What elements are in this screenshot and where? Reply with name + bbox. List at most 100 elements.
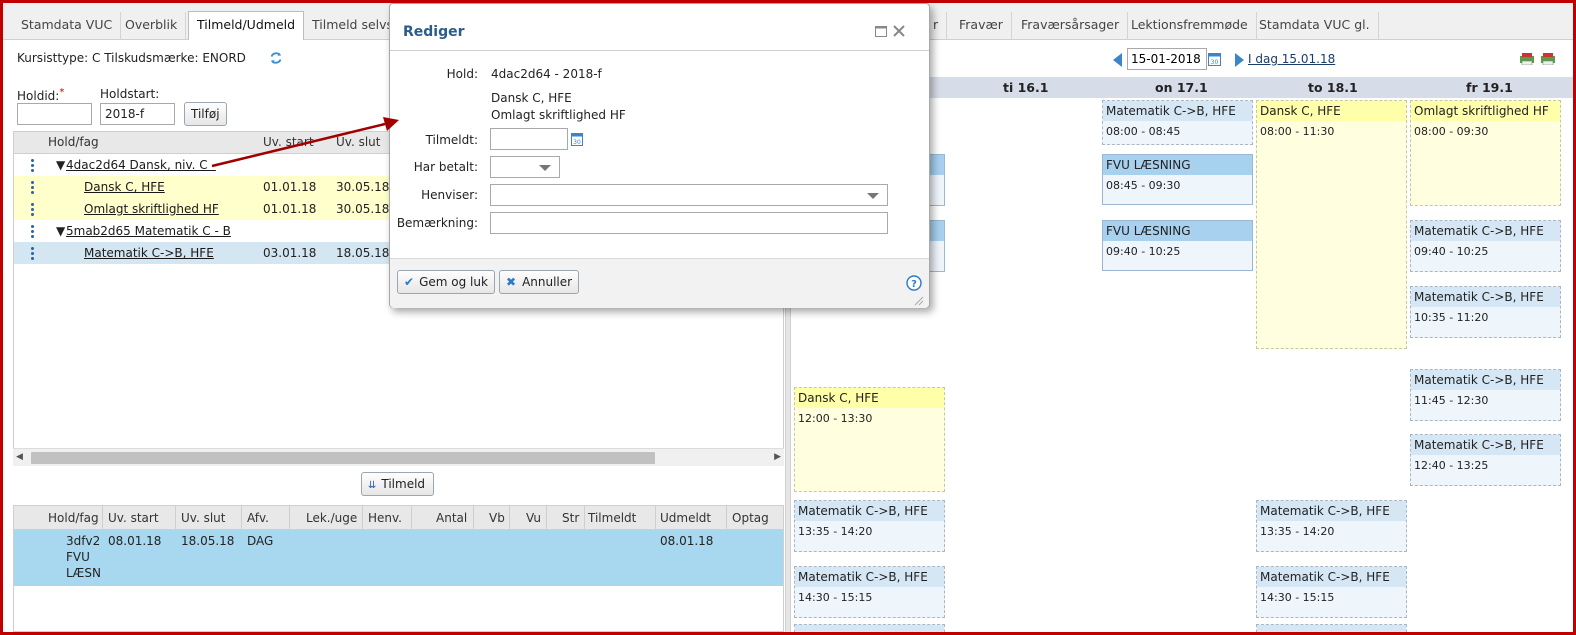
chevron-down-icon (539, 165, 551, 171)
tab-tilmeld-udmeld[interactable]: Tilmeld/Udmeld (188, 11, 305, 41)
fag-name[interactable]: Matematik C->B, HFE (84, 246, 214, 260)
col-vu[interactable]: Vu (526, 511, 541, 525)
date-input[interactable] (1127, 48, 1207, 70)
holdid-input[interactable] (17, 103, 92, 125)
refresh-icon[interactable] (269, 51, 283, 65)
holdstart-label: Holdstart: (100, 87, 160, 101)
henviser-label: Henviser: (421, 188, 478, 202)
day-label: ti 16.1 (1003, 80, 1049, 95)
expand-icon[interactable]: ▼ (56, 158, 65, 172)
tab-stamdata-vuc[interactable]: Stamdata VUC (13, 12, 122, 40)
calendar-event[interactable]: Matematik C->B, HFE 14:30 - 15:15 (794, 566, 945, 618)
x-icon: ✖ (506, 275, 517, 289)
col-antal[interactable]: Antal (436, 511, 467, 525)
henviser-select[interactable] (490, 184, 888, 206)
holdstart-input[interactable] (100, 103, 175, 125)
maximize-icon[interactable] (875, 26, 887, 37)
calendar-event[interactable]: Matematik C->B, HFE 08:00 - 08:45 (1102, 100, 1253, 145)
prev-week-icon[interactable] (1113, 53, 1123, 67)
calendar-icon[interactable]: 30 (571, 131, 583, 146)
col-hold-fag[interactable]: Hold/fag (48, 135, 99, 149)
tab-lektionsfremmoede[interactable]: Lektionsfremmøde (1123, 12, 1257, 40)
row-menu-icon[interactable] (31, 247, 34, 262)
print-icon[interactable] (1520, 53, 1534, 65)
calendar-event[interactable]: Matematik C->B, HFE 13:35 - 14:20 (794, 500, 945, 552)
col-henv[interactable]: Henv. (368, 511, 402, 525)
uv-start: 01.01.18 (263, 180, 317, 194)
col-udmeldt[interactable]: Udmeldt (660, 511, 711, 525)
help-icon[interactable]: ? (906, 275, 922, 291)
calendar-event[interactable]: Dansk C, HFE 12:00 - 13:30 (794, 387, 945, 492)
row-menu-icon[interactable] (31, 225, 34, 240)
col-vb[interactable]: Vb (489, 511, 505, 525)
row-menu-icon[interactable] (31, 159, 34, 174)
export-icon[interactable] (1541, 53, 1555, 65)
scroll-thumb[interactable] (31, 452, 655, 464)
calendar-event[interactable]: FVU LÆSNING 09:40 - 10:25 (1102, 220, 1253, 271)
resize-grip-icon[interactable] (914, 296, 924, 306)
calendar-event[interactable]: FVU LÆSNING 08:45 - 09:30 (1102, 154, 1253, 205)
uv-slut: 30.05.18 (336, 202, 390, 216)
tilmeldt-input[interactable] (490, 128, 568, 150)
hold-value: 4dac2d64 - 2018-f (491, 67, 602, 81)
betalt-label: Har betalt: (413, 160, 478, 174)
betalt-select[interactable] (490, 156, 560, 178)
uv-start: 03.01.18 (263, 246, 317, 260)
fag-line: Omlagt skriftlighed HF (491, 108, 626, 122)
fag-name[interactable]: Omlagt skriftlighed HF (84, 202, 219, 216)
calendar-icon[interactable]: 30 (1208, 51, 1221, 66)
save-close-button[interactable]: ✔ Gem og luk (397, 270, 495, 294)
calendar-event[interactable]: Matematik C->B, HFE 11:45 - 12:30 (1410, 369, 1561, 421)
add-button[interactable]: Tilføj (184, 102, 227, 126)
col-afv[interactable]: Afv. (247, 511, 269, 525)
hold-line: 3dfv2 (66, 534, 101, 548)
next-week-icon[interactable] (1234, 53, 1244, 67)
hold-name[interactable]: 5mab2d65 Matematik C - B (66, 224, 231, 238)
afv: DAG (247, 534, 274, 548)
table-row[interactable]: 3dfv2 FVU LÆSN 08.01.18 18.05.18 DAG 08.… (14, 530, 783, 586)
col-lek-uge[interactable]: Lek./uge (306, 511, 357, 525)
calendar-event[interactable] (794, 624, 945, 632)
col-uv-slut[interactable]: Uv. slut (181, 511, 225, 525)
svg-text:30: 30 (573, 139, 581, 146)
calendar-event[interactable]: Matematik C->B, HFE 10:35 - 11:20 (1410, 286, 1561, 338)
cancel-button[interactable]: ✖ Annuller (499, 270, 580, 294)
col-optag[interactable]: Optag (732, 511, 769, 525)
calendar-event[interactable]: Matematik C->B, HFE 09:40 - 10:25 (1410, 220, 1561, 272)
fag-name[interactable]: Dansk C, HFE (84, 180, 165, 194)
tab-fravaer[interactable]: Fravær (951, 12, 1012, 40)
scroll-left-icon[interactable]: ◀ (16, 452, 23, 462)
calendar-event[interactable]: Matematik C->B, HFE 12:40 - 13:25 (1410, 434, 1561, 486)
horizontal-scrollbar[interactable]: ◀ ▶ (13, 448, 784, 466)
tab-tilmeld-selvs[interactable]: Tilmeld selvs (304, 12, 403, 40)
bemaerkning-input[interactable] (490, 212, 888, 234)
calendar-event[interactable]: Matematik C->B, HFE 13:35 - 14:20 (1256, 500, 1407, 552)
calendar-event[interactable]: Omlagt skriftlighed HF 08:00 - 09:30 (1410, 100, 1561, 206)
scroll-right-icon[interactable]: ▶ (774, 452, 781, 462)
row-menu-icon[interactable] (31, 203, 34, 218)
svg-text:?: ? (911, 279, 917, 290)
col-hold-fag[interactable]: Hold/fag (48, 511, 99, 525)
expand-icon[interactable]: ▼ (56, 224, 65, 238)
tilmeld-label: Tilmeld (381, 477, 426, 491)
close-icon[interactable] (893, 25, 905, 37)
calendar-event[interactable]: Matematik C->B, HFE 14:30 - 15:15 (1256, 566, 1407, 618)
tab-fravaersaarsager[interactable]: Fraværsårsager (1013, 12, 1129, 40)
tab-overblik[interactable]: Overblik (117, 12, 187, 40)
col-str[interactable]: Str (562, 511, 579, 525)
day-label: fr 19.1 (1466, 80, 1513, 95)
today-link[interactable]: I dag 15.01.18 (1248, 52, 1335, 66)
kursist-info: Kursisttype: C Tilskudsmærke: ENORD (17, 51, 246, 65)
col-uv-slut[interactable]: Uv. slut (336, 135, 380, 149)
col-uv-start[interactable]: Uv. start (108, 511, 159, 525)
row-menu-icon[interactable] (31, 181, 34, 196)
col-uv-start[interactable]: Uv. start (263, 135, 314, 149)
calendar-event[interactable] (1256, 624, 1407, 632)
fag-line: Dansk C, HFE (491, 91, 572, 105)
tilmeld-button[interactable]: ⇊ Tilmeld (361, 472, 435, 496)
hold-name[interactable]: 4dac2d64 Dansk, niv. C - (66, 158, 216, 172)
calendar-event[interactable]: Dansk C, HFE 08:00 - 11:30 (1256, 100, 1407, 349)
tab-stamdata-vuc-gl[interactable]: Stamdata VUC gl. (1251, 12, 1379, 40)
svg-text:30: 30 (1211, 59, 1219, 66)
col-tilmeldt[interactable]: Tilmeldt (588, 511, 636, 525)
